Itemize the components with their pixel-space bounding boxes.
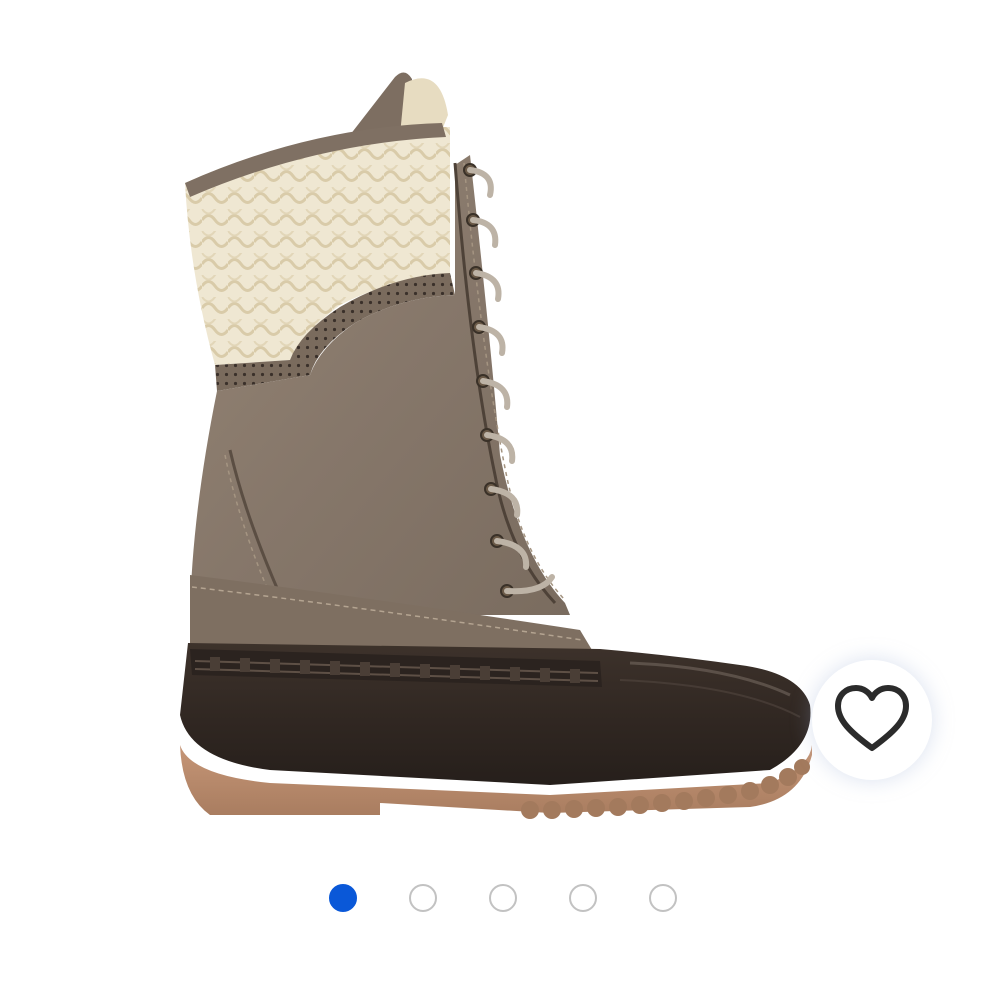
- product-gallery: [0, 0, 1000, 1000]
- heart-icon: [835, 685, 909, 751]
- carousel-pagination: [0, 880, 1000, 916]
- carousel-dot-5[interactable]: [649, 884, 677, 912]
- duck-boot-image: [180, 72, 812, 819]
- carousel-dot-3[interactable]: [489, 884, 517, 912]
- product-image: [150, 55, 830, 825]
- favorite-button[interactable]: [812, 660, 932, 780]
- carousel-dot-4[interactable]: [569, 884, 597, 912]
- carousel-dot-1[interactable]: [329, 884, 357, 912]
- carousel-dot-2[interactable]: [409, 884, 437, 912]
